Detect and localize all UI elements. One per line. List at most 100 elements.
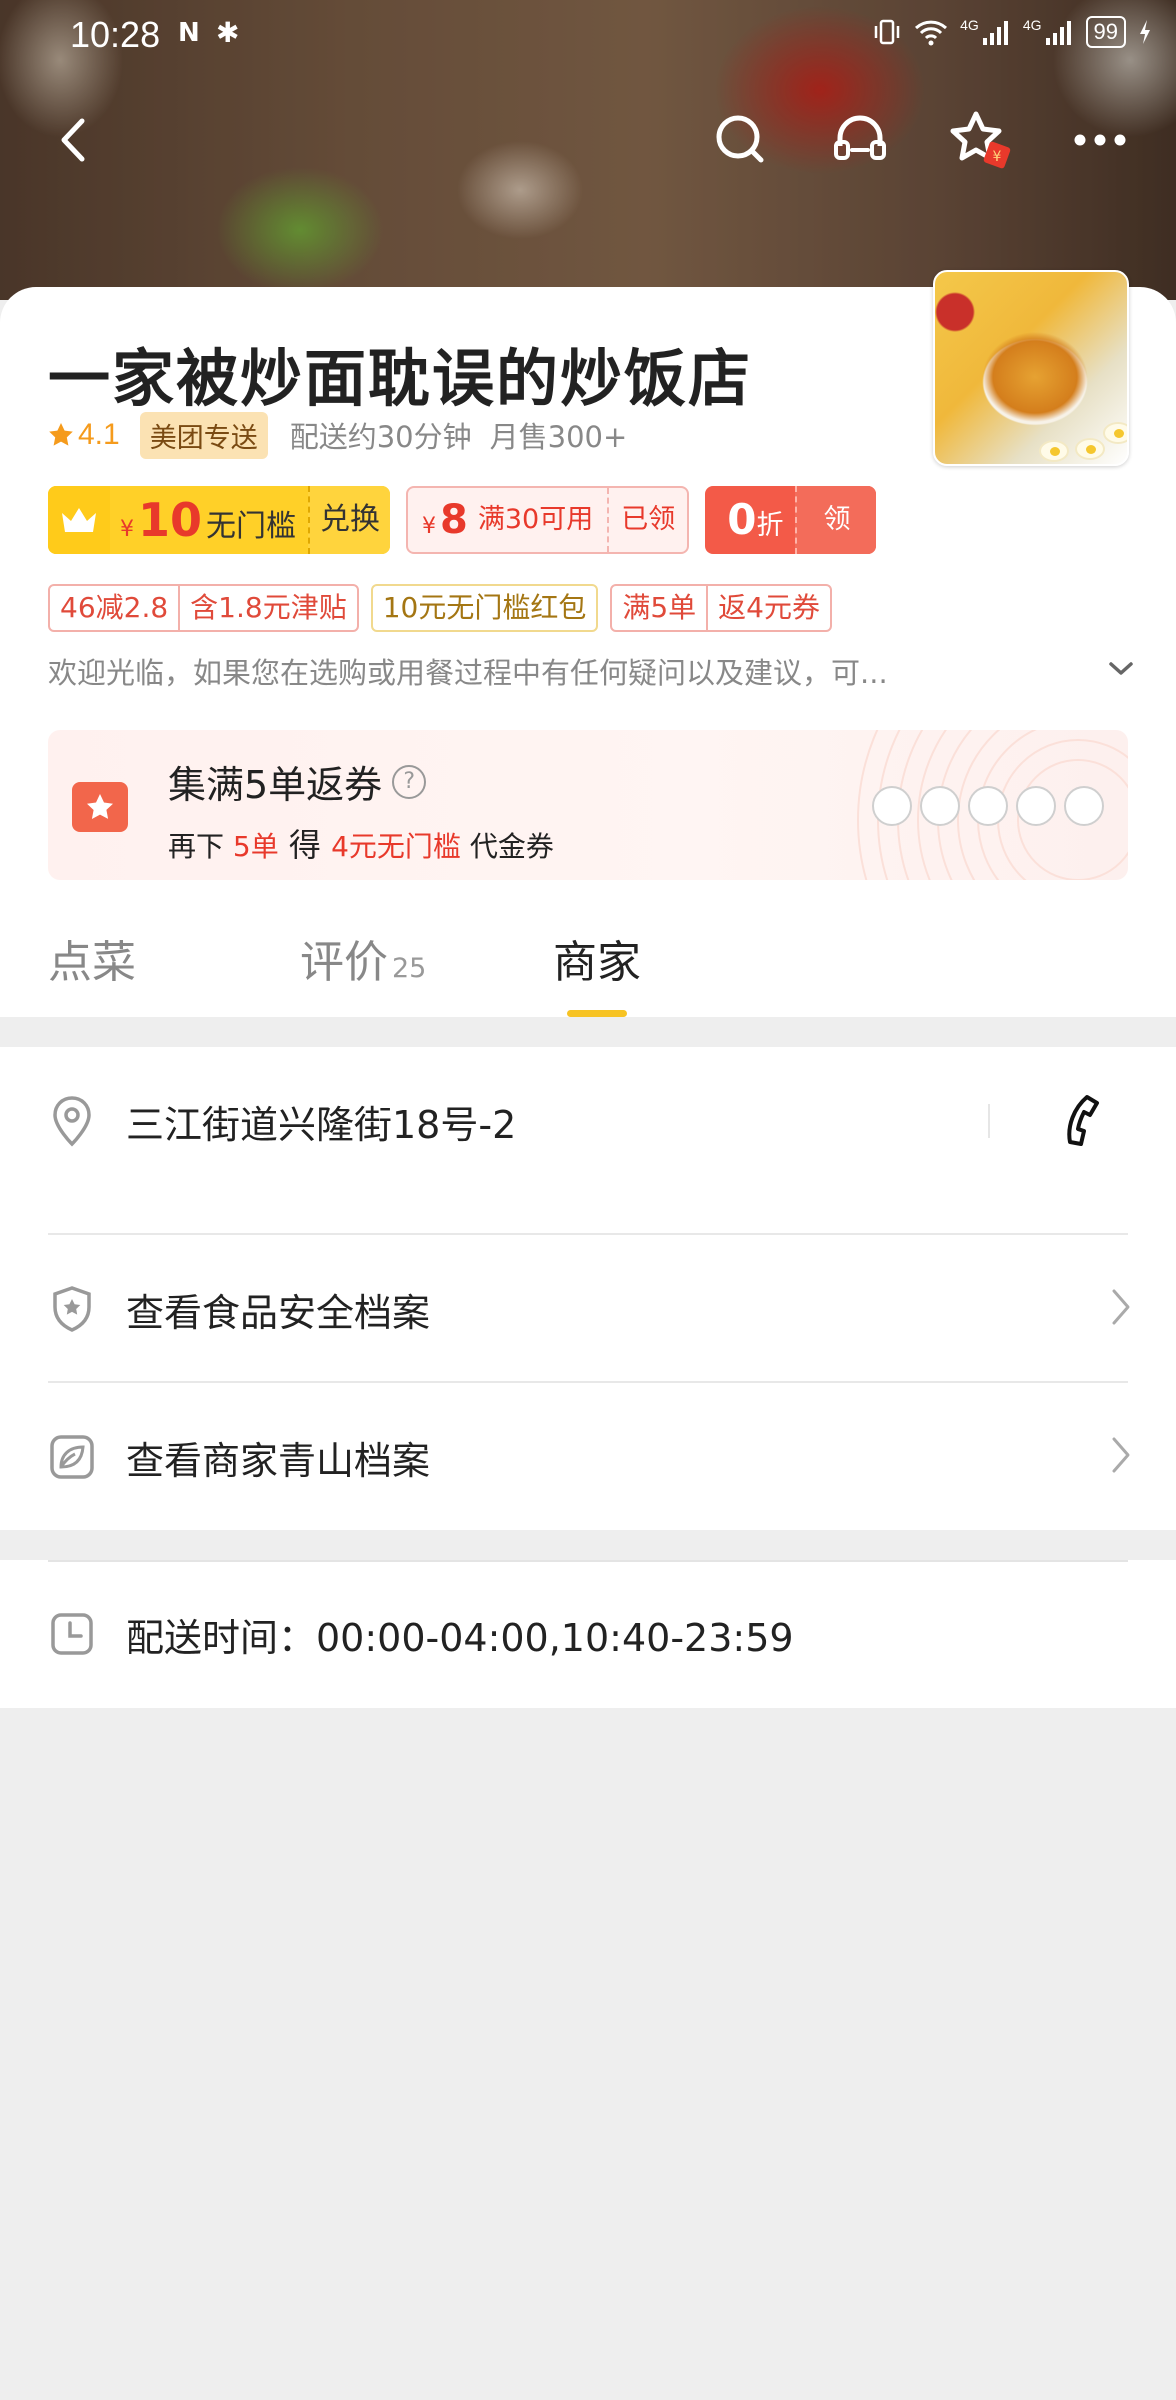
star-icon: ¥ bbox=[950, 111, 1011, 169]
coupon-row: ¥ 10 无门槛 兑换 ¥ 8 满30可用 已领 0 折 领 bbox=[48, 486, 877, 554]
tab-label: 商家 bbox=[553, 937, 641, 988]
tab-reviews[interactable]: 评价 25 bbox=[300, 926, 426, 990]
collect-reward: 4元无门槛 bbox=[331, 830, 461, 863]
address-row[interactable]: 三江街道兴隆街18号-2 bbox=[0, 1047, 1176, 1195]
rating-star-icon bbox=[49, 423, 73, 446]
member-coupon[interactable]: ¥ 10 无门槛 兑换 bbox=[48, 486, 391, 554]
rating-value: 4.1 bbox=[78, 418, 120, 451]
call-button[interactable] bbox=[1050, 1089, 1114, 1153]
crown-icon bbox=[48, 486, 110, 554]
discount-coupon[interactable]: 0 折 领 bbox=[705, 486, 877, 554]
location-pin-icon bbox=[48, 1096, 96, 1147]
clock-icon bbox=[48, 1610, 96, 1658]
progress-dot bbox=[920, 786, 960, 826]
shop-logo[interactable] bbox=[933, 270, 1129, 466]
collect-sub-suffix: 代金券 bbox=[460, 830, 554, 863]
egg-decoration bbox=[1039, 440, 1069, 462]
promo-tag: 含1.8元津贴 bbox=[178, 586, 357, 630]
tab-order[interactable]: 点菜 bbox=[48, 926, 136, 990]
help-icon[interactable]: ? bbox=[392, 764, 427, 799]
delivery-hours-row: 配送时间：00:00-04:00,10:40-23:59 bbox=[0, 1560, 1176, 1708]
egg-decoration bbox=[1103, 422, 1127, 444]
progress-dot bbox=[1064, 786, 1104, 826]
food-safety-link: 查看食品安全档案 bbox=[126, 1290, 431, 1335]
monthly-sales: 月售300+ bbox=[489, 420, 628, 454]
svg-text:¥: ¥ bbox=[993, 149, 1002, 165]
status-time: 10:28 bbox=[70, 14, 161, 55]
active-tab-indicator bbox=[567, 1010, 627, 1017]
signal-icon bbox=[982, 21, 1008, 45]
network-type-2: 4G bbox=[1022, 17, 1042, 33]
collect-orders-needed: 5单 bbox=[232, 830, 279, 863]
shield-icon bbox=[48, 1285, 96, 1333]
shop-notice[interactable]: 欢迎光临，如果您在选购或用餐过程中有任何疑问以及建议，可... bbox=[48, 650, 1138, 692]
discount-unit: 折 bbox=[756, 510, 784, 541]
collect-orders-banner[interactable]: 集满5单返券 ? 再下 5单 得 4元无门槛 代金券 bbox=[48, 730, 1128, 880]
top-nav-bar: ¥ bbox=[0, 100, 1176, 180]
claimed-label: 已领 bbox=[607, 488, 687, 552]
currency-symbol: ¥ bbox=[120, 517, 134, 542]
green-file-row[interactable]: 查看商家青山档案 bbox=[0, 1383, 1176, 1531]
battery-icon: 99 bbox=[1085, 16, 1126, 48]
search-button[interactable] bbox=[700, 100, 780, 180]
coupon-star-icon bbox=[72, 782, 128, 832]
customer-service-icon bbox=[834, 115, 886, 160]
collect-title-text: 集满5单返券 bbox=[168, 763, 383, 807]
tab-label: 点菜 bbox=[48, 937, 136, 988]
customer-service-button[interactable] bbox=[820, 100, 900, 180]
shop-address: 三江街道兴隆街18号-2 bbox=[126, 1102, 517, 1147]
more-button[interactable] bbox=[1060, 100, 1140, 180]
nfc-icon: N bbox=[178, 18, 200, 48]
merchant-info-section: 三江街道兴隆街18号-2 查看食品安全档案 查看商家青山档案 bbox=[0, 1047, 1176, 1530]
back-button[interactable] bbox=[34, 100, 114, 180]
status-bar: 10:28 N ✱ 4G 4G 99 bbox=[0, 0, 1176, 70]
tab-label: 评价 bbox=[300, 937, 388, 988]
coupon-condition: 满30可用 bbox=[477, 504, 594, 535]
coupon-condition: 无门槛 bbox=[206, 509, 297, 544]
exchange-button[interactable]: 兑换 bbox=[308, 486, 391, 554]
shop-meta: 4.1 美团专送 配送约30分钟 月售300+ bbox=[48, 411, 628, 459]
currency-symbol: ¥ bbox=[422, 514, 437, 539]
review-count: 25 bbox=[392, 953, 427, 984]
shop-rating: 4.1 bbox=[48, 418, 120, 452]
favorite-button[interactable]: ¥ bbox=[940, 100, 1020, 180]
claim-button[interactable]: 领 bbox=[795, 486, 877, 554]
delivery-hours-section: 配送时间：00:00-04:00,10:40-23:59 bbox=[0, 1560, 1176, 1708]
leaf-icon bbox=[48, 1433, 96, 1481]
divider bbox=[988, 1104, 990, 1138]
shop-name: 一家被炒面耽误的炒饭店 bbox=[48, 342, 753, 415]
signal-icon-2 bbox=[1045, 21, 1071, 45]
coupon-value: 8 bbox=[440, 497, 468, 543]
back-arrow-icon bbox=[61, 118, 85, 162]
order-progress bbox=[872, 786, 1104, 826]
collect-subtitle: 再下 5单 得 4元无门槛 代金券 bbox=[168, 820, 554, 866]
network-type-1: 4G bbox=[960, 17, 979, 33]
collect-sub-prefix: 再下 bbox=[168, 830, 233, 863]
promo-tag: 返4元券 bbox=[706, 586, 830, 630]
chevron-right-icon bbox=[1110, 1435, 1132, 1479]
expand-notice-button[interactable] bbox=[1108, 660, 1134, 682]
coupon-value: 10 bbox=[138, 493, 203, 547]
discount-value: 0 折 bbox=[705, 486, 795, 554]
delivery-time: 配送约30分钟 bbox=[289, 420, 472, 454]
return-coupon-tag-group: 满5单 返4元券 bbox=[610, 584, 832, 632]
phone-icon bbox=[1067, 1095, 1099, 1146]
promo-tags: 46减2.8 含1.8元津贴 10元无门槛红包 满5单 返4元券 bbox=[48, 584, 832, 632]
green-file-link: 查看商家青山档案 bbox=[126, 1438, 431, 1483]
promo-tag: 46减2.8 bbox=[60, 591, 169, 624]
egg-decoration bbox=[1075, 438, 1105, 460]
shop-coupon[interactable]: ¥ 8 满30可用 已领 bbox=[406, 486, 690, 554]
delivery-badge: 美团专送 bbox=[139, 411, 268, 459]
promo-tag: 满5单 bbox=[622, 591, 697, 624]
shop-tabs: 点菜 评价 25 商家 bbox=[0, 900, 1176, 1017]
discount-number: 0 bbox=[727, 495, 757, 544]
more-icon bbox=[1074, 134, 1126, 146]
red-packet-tag: 10元无门槛红包 bbox=[370, 584, 599, 632]
charging-icon bbox=[1140, 20, 1150, 44]
food-safety-row[interactable]: 查看食品安全档案 bbox=[0, 1235, 1176, 1383]
collect-sub-mid: 得 bbox=[278, 826, 332, 864]
member-coupon-amount: ¥ 10 无门槛 bbox=[110, 486, 308, 554]
tab-merchant[interactable]: 商家 bbox=[553, 926, 641, 990]
progress-dot bbox=[1016, 786, 1056, 826]
shop-coupon-amount: ¥ 8 bbox=[408, 488, 478, 552]
